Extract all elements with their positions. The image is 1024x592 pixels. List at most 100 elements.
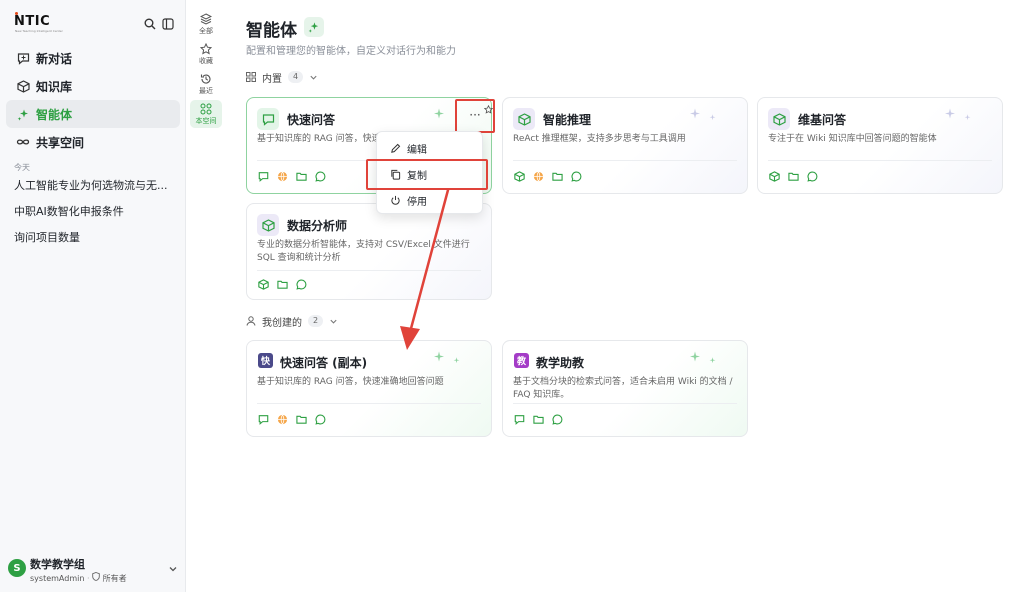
card-description: 专业的数据分析智能体，支持对 CSV/Excel 文件进行 SQL 查询和统计分… bbox=[257, 240, 470, 263]
user-account: systemAdmin · 所有者 bbox=[30, 572, 127, 583]
chevron-down-icon bbox=[329, 317, 338, 326]
history-item[interactable]: 询问项目数量 bbox=[14, 228, 174, 254]
nav-item-shared-space[interactable]: 共享空间 bbox=[6, 128, 180, 156]
group-count: 4 bbox=[288, 71, 304, 83]
menu-item-disable[interactable]: 停用 bbox=[377, 188, 484, 212]
chat-icon bbox=[513, 413, 526, 426]
bubble-icon bbox=[570, 170, 583, 183]
agent-card-teaching-assistant[interactable]: 教 教学助教 基于文档分块的检索式问答，适合未启用 Wiki 的文档 / FAQ… bbox=[502, 340, 748, 437]
sparkle-decoration-icon bbox=[709, 114, 716, 121]
grid-icon bbox=[246, 72, 256, 82]
cube-icon bbox=[768, 108, 790, 130]
card-tools bbox=[513, 170, 589, 183]
agent-card-data-analyst[interactable]: 数据分析师 专业的数据分析智能体，支持对 CSV/Excel 文件进行 SQL … bbox=[246, 203, 492, 300]
menu-item-edit[interactable]: 编辑 bbox=[377, 136, 484, 160]
filter-all[interactable]: 全部 bbox=[190, 10, 222, 38]
filter-label: 收藏 bbox=[199, 56, 213, 65]
card-tools bbox=[768, 170, 825, 183]
folder-icon bbox=[295, 413, 308, 426]
bubble-icon bbox=[314, 170, 327, 183]
card-more-button[interactable]: ··· bbox=[455, 99, 495, 133]
agent-card-reasoning[interactable]: 智能推理 ReAct 推理框架，支持多步思考与工具调用 bbox=[502, 97, 748, 194]
card-tools bbox=[257, 278, 314, 291]
folder-icon bbox=[787, 170, 800, 183]
filter-this-space[interactable]: 本空间 bbox=[190, 100, 222, 128]
filter-recent[interactable]: 最近 bbox=[190, 70, 222, 98]
star-icon[interactable] bbox=[483, 103, 494, 117]
filter-label: 本空间 bbox=[195, 116, 217, 125]
globe-icon bbox=[532, 170, 545, 183]
card-tools bbox=[257, 170, 333, 183]
folder-icon bbox=[295, 170, 308, 183]
agent-card-quick-qa-copy[interactable]: 快 快速问答 (副本) 基于知识库的 RAG 问答，快速准确地回答问题 bbox=[246, 340, 492, 437]
sparkle-decoration-icon bbox=[434, 108, 444, 119]
filter-label: 全部 bbox=[199, 26, 213, 35]
sparkle-decoration-icon bbox=[690, 351, 700, 362]
card-description: 专注于在 Wiki 知识库中回答问题的智能体 bbox=[768, 134, 937, 144]
card-description: ReAct 推理框架，支持多步思考与工具调用 bbox=[513, 134, 686, 144]
nav-item-new-chat[interactable]: 新对话 bbox=[6, 44, 180, 72]
sparkle-icon bbox=[16, 107, 30, 121]
bubble-icon bbox=[551, 413, 564, 426]
nav-label: 智能体 bbox=[36, 107, 73, 122]
user-icon bbox=[246, 316, 256, 326]
folder-icon bbox=[532, 413, 545, 426]
sidebar-toggle-icon[interactable] bbox=[160, 16, 176, 32]
globe-icon bbox=[276, 170, 289, 183]
filter-label: 最近 bbox=[199, 86, 213, 95]
chat-history: 人工智能专业为何选物流与无... 中职AI数智化申报条件 询问项目数量 bbox=[14, 176, 174, 254]
user-account-name: systemAdmin bbox=[30, 574, 85, 583]
card-divider bbox=[257, 270, 481, 271]
agent-filter-column: 全部 收藏 最近 本空间 bbox=[187, 0, 225, 592]
chat-icon bbox=[257, 413, 270, 426]
nav-label: 共享空间 bbox=[36, 135, 85, 150]
page-description: 配置和管理您的智能体，自定义对话行为和能力 bbox=[246, 46, 456, 57]
agent-card-wiki-qa[interactable]: 维基问答 专注于在 Wiki 知识库中回答问题的智能体 bbox=[757, 97, 1003, 194]
search-icon[interactable] bbox=[142, 16, 158, 32]
card-title: 快速问答 (副本) bbox=[280, 356, 368, 370]
card-title: 快速问答 bbox=[287, 113, 336, 127]
chevron-down-icon bbox=[309, 73, 318, 82]
history-item[interactable]: 中职AI数智化申报条件 bbox=[14, 202, 174, 228]
cube-icon bbox=[513, 108, 535, 130]
chat-plus-icon bbox=[16, 51, 30, 65]
cube-icon bbox=[257, 214, 279, 236]
cube-icon bbox=[768, 170, 781, 183]
card-title: 智能推理 bbox=[543, 113, 592, 127]
card-title: 教学助教 bbox=[536, 356, 585, 370]
main-content: 智能体 配置和管理您的智能体，自定义对话行为和能力 内置 4 快速问答 基于知识… bbox=[226, 0, 1024, 592]
group-header-builtin[interactable]: 内置 4 bbox=[246, 69, 318, 85]
power-icon bbox=[389, 194, 401, 206]
sparkle-decoration-icon bbox=[945, 108, 955, 119]
nav-item-knowledge-base[interactable]: 知识库 bbox=[6, 72, 180, 100]
bubble-icon bbox=[295, 278, 308, 291]
logo: NTIC bbox=[14, 14, 51, 29]
folder-icon bbox=[276, 278, 289, 291]
menu-item-label: 停用 bbox=[407, 196, 427, 208]
menu-item-label: 编辑 bbox=[407, 144, 427, 156]
agent-badge: 教 bbox=[514, 353, 529, 368]
chat-icon bbox=[257, 170, 270, 183]
nav-item-agents[interactable]: 智能体 bbox=[6, 100, 180, 128]
card-tools bbox=[257, 413, 333, 426]
history-item[interactable]: 人工智能专业为何选物流与无... bbox=[14, 176, 174, 202]
nav-label: 知识库 bbox=[36, 79, 73, 94]
sidebar: NTIC New Teaching Intelligent Center 新对话… bbox=[0, 0, 186, 592]
logo-tagline: New Teaching Intelligent Center bbox=[15, 29, 63, 33]
cube-icon bbox=[257, 278, 270, 291]
group-header-mine[interactable]: 我创建的 2 bbox=[246, 313, 338, 329]
grid-icon bbox=[200, 103, 212, 114]
card-divider bbox=[257, 403, 481, 404]
annotation-highlight-copy bbox=[366, 159, 488, 190]
layers-icon bbox=[200, 12, 212, 25]
main-nav: 新对话 知识库 智能体 共享空间 bbox=[6, 44, 180, 156]
more-dots-icon: ··· bbox=[469, 108, 481, 122]
user-profile[interactable]: S 数学教学组 systemAdmin · 所有者 bbox=[8, 554, 180, 586]
chevron-down-icon[interactable] bbox=[168, 563, 178, 577]
folder-icon bbox=[551, 170, 564, 183]
filter-favorites[interactable]: 收藏 bbox=[190, 40, 222, 68]
group-label: 我创建的 bbox=[262, 317, 302, 329]
logo-row: NTIC New Teaching Intelligent Center bbox=[14, 12, 176, 36]
history-section-label: 今天 bbox=[14, 163, 30, 172]
card-title: 数据分析师 bbox=[287, 219, 348, 233]
